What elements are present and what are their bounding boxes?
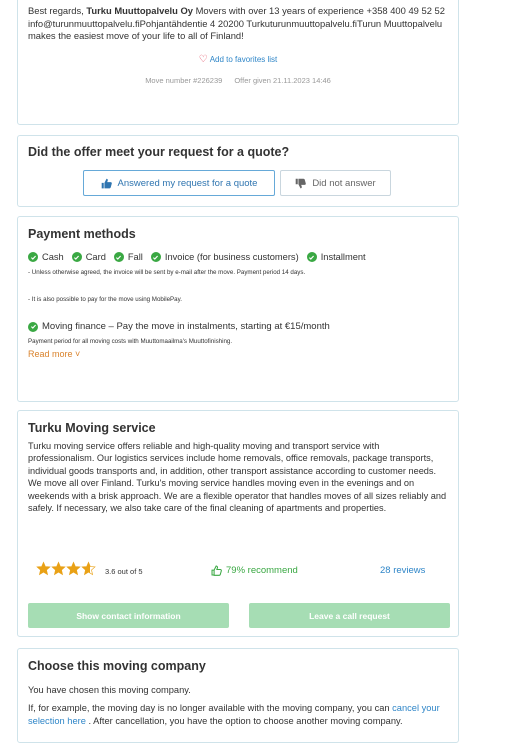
payment-methods-card: Payment methods Cash Card Fall Invoice (… xyxy=(17,216,459,402)
quote-feedback-card: Did the offer meet your request for a qu… xyxy=(17,135,459,207)
answered-request-label: Answered my request for a quote xyxy=(117,177,258,189)
payment-method-label: Card xyxy=(85,252,106,262)
read-more-label: Read more xyxy=(28,349,73,359)
did-not-answer-button[interactable]: Did not answer xyxy=(280,170,391,196)
offer-text-part: Best regards, xyxy=(28,5,87,16)
moving-finance-label: Moving finance – Pay the move in instalm… xyxy=(42,321,330,332)
offer-meta: Move number #226239 Offer given 21.11.202… xyxy=(28,76,448,85)
recommend-text: 79% recommend xyxy=(226,565,298,576)
star-icon xyxy=(66,561,81,576)
read-more-link[interactable]: Read more ˅ xyxy=(28,349,448,359)
chosen-status: You have chosen this moving company. xyxy=(28,685,191,695)
payment-methods-title: Payment methods xyxy=(28,227,136,241)
cancel-info: If, for example, the moving day is no lo… xyxy=(28,702,448,727)
service-description: Turku moving service offers reliable and… xyxy=(28,441,447,514)
rating-text: 3.6 out of 5 xyxy=(105,567,143,576)
show-contact-button[interactable]: Show contact information xyxy=(28,603,229,628)
star-icon xyxy=(51,561,66,576)
payment-method-label: Invoice (for business customers) xyxy=(164,252,299,262)
check-circle-icon xyxy=(306,252,317,262)
check-circle-icon xyxy=(28,252,38,262)
star-icon xyxy=(81,561,96,576)
payment-method-fall: Fall xyxy=(113,252,143,262)
heart-icon: ♡ xyxy=(198,53,208,65)
company-name: Turku Muuttopalvelu Oy xyxy=(86,5,193,16)
finance-note: Payment period for all moving costs with… xyxy=(28,338,233,345)
check-circle-icon xyxy=(150,252,161,262)
payment-method-installment: Installment xyxy=(306,252,366,262)
check-circle-icon xyxy=(71,252,82,262)
thumbs-up-icon xyxy=(211,565,222,576)
payment-method-invoice: Invoice (for business customers) xyxy=(150,252,299,262)
rating-stars xyxy=(36,561,111,576)
thumbs-up-icon xyxy=(101,178,112,188)
payment-method-label: Installment xyxy=(320,252,366,262)
offer-date: Offer given 21.11.2023 14:46 xyxy=(234,75,331,85)
reviews-link[interactable]: 28 reviews xyxy=(380,565,425,576)
thumbs-down-icon xyxy=(296,178,307,188)
move-number: Move number #226239 xyxy=(145,75,223,85)
did-not-answer-label: Did not answer xyxy=(312,177,376,189)
payment-method-label: Fall xyxy=(127,252,143,262)
moving-finance-row: Moving finance – Pay the move in instalm… xyxy=(28,321,448,332)
check-circle-icon xyxy=(28,321,38,332)
choose-company-title: Choose this moving company xyxy=(28,659,206,673)
cancel-info-text: . After cancellation, you have the optio… xyxy=(85,715,403,726)
cancel-info-text: If, for example, the moving day is no lo… xyxy=(28,703,393,713)
rating-row: 3.6 out of 5 79% recommend 28 reviews xyxy=(36,561,446,581)
payment-method-label: Cash xyxy=(42,252,64,262)
add-favorites-link[interactable]: ♡ Add to favorites list xyxy=(28,54,448,66)
mobilepay-note: - It is also possible to pay for the mov… xyxy=(28,296,182,303)
service-title: Turku Moving service xyxy=(28,421,156,435)
offer-contact-text: info@turunmuuttopalvelu.fiPohjantähdenti… xyxy=(28,17,443,42)
add-favorites-label: Add to favorites list xyxy=(209,54,278,64)
invoice-note: - Unless otherwise agreed, the invoice w… xyxy=(28,269,306,276)
call-request-button[interactable]: Leave a call request xyxy=(249,603,450,628)
offer-card: Best regards, Turku Muuttopalvelu Oy Mov… xyxy=(17,0,459,125)
payment-method-cash: Cash xyxy=(28,252,64,262)
quote-feedback-title: Did the offer meet your request for a qu… xyxy=(28,145,290,159)
star-icon xyxy=(36,561,51,576)
payment-method-card: Card xyxy=(71,252,106,262)
offer-text-part: Movers with over 13 years of experience … xyxy=(192,5,445,16)
chevron-down-icon: ˅ xyxy=(75,349,81,359)
answered-request-button[interactable]: Answered my request for a quote xyxy=(83,170,275,196)
check-circle-icon xyxy=(113,252,124,262)
service-card: Turku Moving service Turku moving servic… xyxy=(17,410,459,637)
offer-message: Best regards, Turku Muuttopalvelu Oy Mov… xyxy=(28,5,448,43)
payment-methods-list: Cash Card Fall Invoice (for business cus… xyxy=(28,252,448,262)
recommend-stat: 79% recommend xyxy=(211,565,298,576)
choose-company-card: Choose this moving company You have chos… xyxy=(17,648,459,743)
